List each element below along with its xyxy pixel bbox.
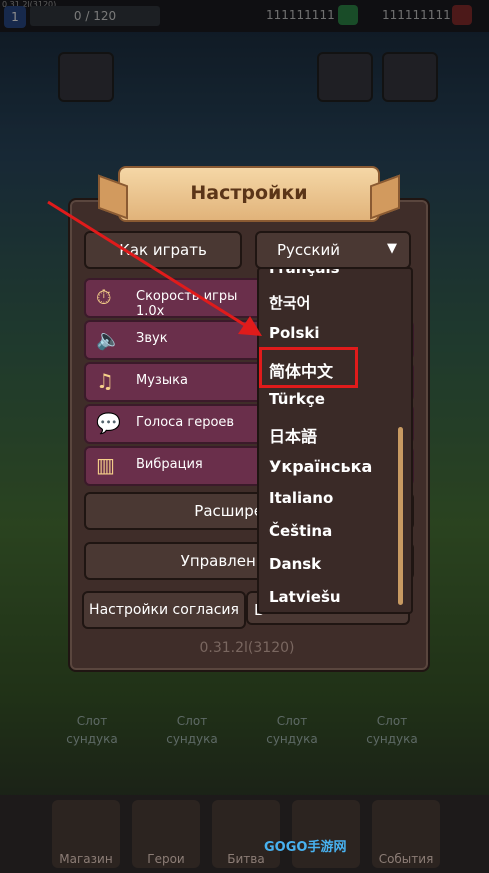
version-label: 0.31.2l(3120)	[199, 640, 295, 656]
settings-title: Настройки	[118, 166, 380, 222]
language-option[interactable]: Čeština	[269, 522, 332, 540]
language-option[interactable]: Français	[269, 269, 340, 277]
music-note-icon: ♫	[96, 369, 114, 393]
language-option[interactable]: Dansk	[269, 555, 321, 573]
game-speed-row[interactable]: ⏱ Скорость игры 1.0x	[84, 278, 266, 319]
tab-heroes-label: Герои	[147, 852, 185, 866]
speaker-icon: 🔈	[96, 327, 121, 351]
vibration-row[interactable]: ▥ Вибрация	[84, 446, 266, 486]
chest-slot[interactable]: Слот сундука	[52, 712, 132, 748]
music-label: Музыка	[136, 373, 188, 388]
game-speed-label: Скорость игры 1.0x	[136, 289, 238, 319]
chest-slot[interactable]: Слот сундука	[352, 712, 432, 748]
how-to-play-button[interactable]: Как играть	[84, 231, 242, 269]
dropdown-scrollbar[interactable]	[398, 427, 403, 605]
language-selected: Русский	[277, 241, 340, 259]
stopwatch-icon: ⏱	[96, 285, 112, 309]
sound-label: Звук	[136, 331, 168, 346]
vibration-icon: ▥	[96, 453, 115, 477]
tab-events[interactable]: События	[372, 800, 440, 868]
tab-shop[interactable]: Магазин	[52, 800, 120, 868]
consent-settings-button[interactable]: Настройки согласия	[82, 591, 246, 629]
language-select[interactable]: Русский ▼	[255, 231, 411, 269]
hero-voices-row[interactable]: 💬 Голоса героев	[84, 404, 266, 444]
tab-events-label: События	[378, 852, 434, 866]
language-option[interactable]: Українська	[269, 457, 372, 476]
hero-voices-label: Голоса героев	[136, 415, 235, 430]
sound-row[interactable]: 🔈 Звук	[84, 320, 266, 360]
chest-slot[interactable]: Слот сундука	[252, 712, 332, 748]
vibration-label: Вибрация	[136, 457, 203, 472]
tab-shop-label: Магазин	[59, 852, 113, 866]
watermark: GOGO手游网	[264, 840, 347, 855]
language-dropdown-list: Français 한국어 Polski 简体中文 Türkçe 日本語 Укра…	[257, 267, 413, 614]
language-option[interactable]: 한국어	[269, 292, 310, 313]
language-option[interactable]: 日本語	[269, 423, 317, 447]
language-option[interactable]: Italiano	[269, 489, 333, 507]
tab-heroes[interactable]: Герои	[132, 800, 200, 868]
chevron-down-icon: ▼	[387, 241, 397, 256]
chest-slot[interactable]: Слот сундука	[152, 712, 232, 748]
music-row[interactable]: ♫ Музыка	[84, 362, 266, 402]
language-option[interactable]: Polski	[269, 324, 320, 342]
highlight-box	[259, 347, 358, 388]
language-option[interactable]: Türkçe	[269, 390, 325, 408]
language-option[interactable]: Latviešu	[269, 588, 341, 606]
speech-bubble-icon: 💬	[96, 411, 121, 435]
